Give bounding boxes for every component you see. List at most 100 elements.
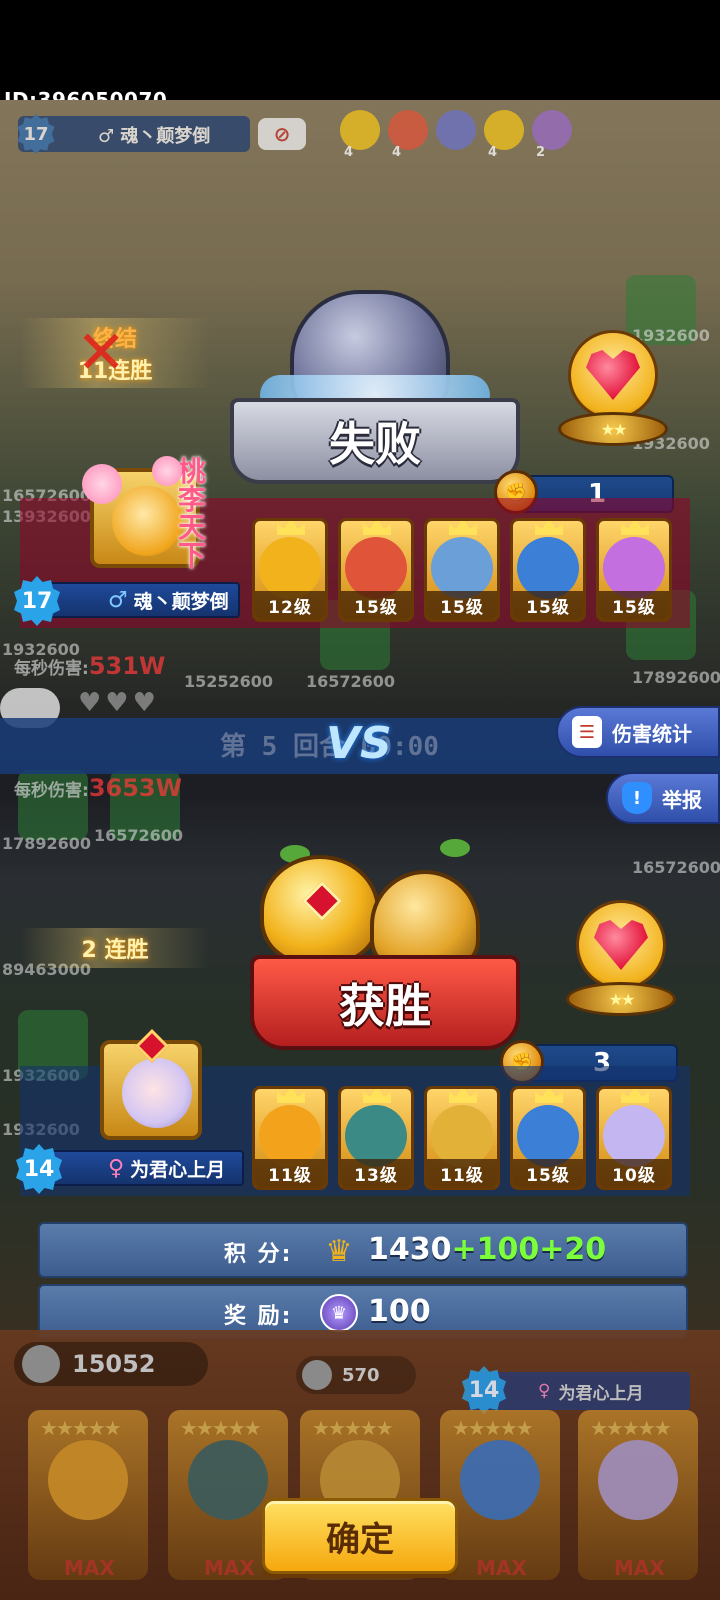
female-icon: ♀: [108, 1155, 125, 1181]
vs-label: VS: [326, 718, 392, 769]
crown-icon: [449, 521, 477, 535]
trophy-stars: ★★: [558, 412, 668, 446]
bottom-hero: ★★★★★ MAX: [578, 1410, 698, 1580]
mini-hero: 4: [340, 110, 384, 160]
avatar-portrait: [122, 1058, 192, 1128]
loser-player-tag[interactable]: ♂ 魂丶颠梦倒: [44, 582, 240, 618]
hero-level: 15级: [341, 591, 411, 619]
hero-level: 11级: [255, 1159, 325, 1187]
dps-label-bottom: 每秒伤害:3653W: [14, 774, 183, 802]
score-row: 积 分: ♛ 1430+100+20: [38, 1222, 688, 1278]
background-number: 16572600: [632, 858, 720, 877]
score-label: 积 分:: [224, 1242, 293, 1267]
victory-ribbon: 获胜: [250, 955, 520, 1050]
bottom-coin-counter-2: 570: [296, 1356, 416, 1394]
coin-icon: [302, 1360, 332, 1390]
damage-stats-button[interactable]: ☰ 伤害统计: [556, 706, 720, 758]
background-number: 17892600: [2, 834, 92, 853]
winner-hero-card[interactable]: 13级: [338, 1086, 414, 1190]
stats-list-icon: ☰: [572, 716, 602, 748]
mini-hero: 2: [532, 110, 576, 160]
defeat-ribbon: 失败: [230, 398, 520, 484]
avatar-frame-title: 桃李天下: [178, 455, 207, 572]
block-icon: ⊘: [258, 118, 306, 150]
female-icon: ♀: [538, 1381, 551, 1401]
hero-level: 15级: [427, 591, 497, 619]
loser-heart-trophy: ★★: [558, 330, 668, 450]
crown-icon: [277, 521, 305, 535]
crown-icon: [535, 1089, 563, 1103]
crown-icon: ♛: [325, 1233, 353, 1269]
opponent-mini-heroes: 4 4 4 2: [340, 110, 576, 160]
hero-portrait: [517, 537, 579, 599]
top-bar: ID:396050070: [0, 0, 720, 112]
victory-banner: 获胜: [240, 835, 530, 1060]
hero-level: 11级: [427, 1159, 497, 1187]
coin-icon: [22, 1345, 60, 1383]
report-button[interactable]: ! 举报: [606, 772, 720, 824]
hero-portrait: [603, 1105, 665, 1167]
male-icon: ♂: [98, 126, 115, 147]
mini-hero: 4: [484, 110, 528, 160]
crown-icon: [363, 521, 391, 535]
crown-icon: [621, 1089, 649, 1103]
confirm-button[interactable]: 确定: [262, 1498, 458, 1574]
loser-hero-card[interactable]: 15级: [510, 518, 586, 622]
hero-portrait: [431, 1105, 493, 1167]
crown-icon: [621, 521, 649, 535]
loser-hero-card[interactable]: 15级: [424, 518, 500, 622]
defeat-banner: 失败: [230, 280, 520, 490]
winner-hero-card[interactable]: 11级: [252, 1086, 328, 1190]
opponent-name: ♂ 魂丶颠梦倒: [98, 126, 211, 147]
leaf-icon: [440, 839, 470, 857]
crown-icon: [363, 1089, 391, 1103]
hero-portrait: [345, 537, 407, 599]
loser-hero-card[interactable]: 15级: [338, 518, 414, 622]
hero-level: 15级: [513, 591, 583, 619]
hero-portrait: [603, 537, 665, 599]
avatar-portrait: [112, 486, 182, 556]
loser-hero-card[interactable]: 15级: [596, 518, 672, 622]
flower-icon: [152, 456, 182, 486]
trophy-stars: ★★: [566, 982, 676, 1016]
hero-level: 15级: [599, 591, 669, 619]
hero-portrait: [517, 1105, 579, 1167]
winner-player-name: 为君心上月: [130, 1158, 226, 1181]
hero-portrait: [345, 1105, 407, 1167]
winner-hero-card[interactable]: 15级: [510, 1086, 586, 1190]
crown-icon: [277, 1089, 305, 1103]
mini-hero: 4: [388, 110, 432, 160]
winner-player-tag[interactable]: ♀ 为君心上月: [44, 1150, 244, 1186]
opponent-header: 17 ♂ 魂丶颠梦倒: [17, 114, 250, 154]
cross-out-icon: ✕: [76, 318, 127, 388]
reward-label: 奖 励:: [224, 1304, 293, 1329]
background-number: 15252600: [184, 672, 274, 691]
hero-level: 13级: [341, 1159, 411, 1187]
background-number: 16572600: [306, 672, 396, 691]
hero-portrait: [259, 1105, 321, 1167]
shield-alert-icon: !: [622, 782, 652, 814]
hero-level: 10级: [599, 1159, 669, 1187]
bottom-hero: ★★★★★ MAX: [440, 1410, 560, 1580]
crown-icon: [449, 1089, 477, 1103]
crown-icon: [535, 521, 563, 535]
lives-hearts: ♥♥♥: [78, 688, 160, 718]
background-number: 17892600: [632, 668, 720, 687]
winner-hero-card[interactable]: 11级: [424, 1086, 500, 1190]
loser-hero-card[interactable]: 12级: [252, 518, 328, 622]
loser-player-name: 魂丶颠梦倒: [133, 590, 229, 613]
male-icon: ♂: [108, 587, 128, 613]
opponent-level-badge: 17: [17, 114, 55, 154]
reward-value: 100: [368, 1294, 431, 1329]
hero-portrait: [259, 537, 321, 599]
hero-level: 15级: [513, 1159, 583, 1187]
winner-hero-card[interactable]: 10级: [596, 1086, 672, 1190]
hero-level: 12级: [255, 591, 325, 619]
bottom-hero: ★★★★★ MAX: [28, 1410, 148, 1580]
flower-icon: [82, 464, 122, 504]
hero-portrait: [431, 537, 493, 599]
win-streak-label: 2 连胜: [20, 928, 210, 968]
dps-label-top: 每秒伤害:531W: [14, 652, 166, 680]
background-number: 16572600: [94, 826, 184, 845]
crown-coin-icon: ♛: [320, 1294, 358, 1332]
